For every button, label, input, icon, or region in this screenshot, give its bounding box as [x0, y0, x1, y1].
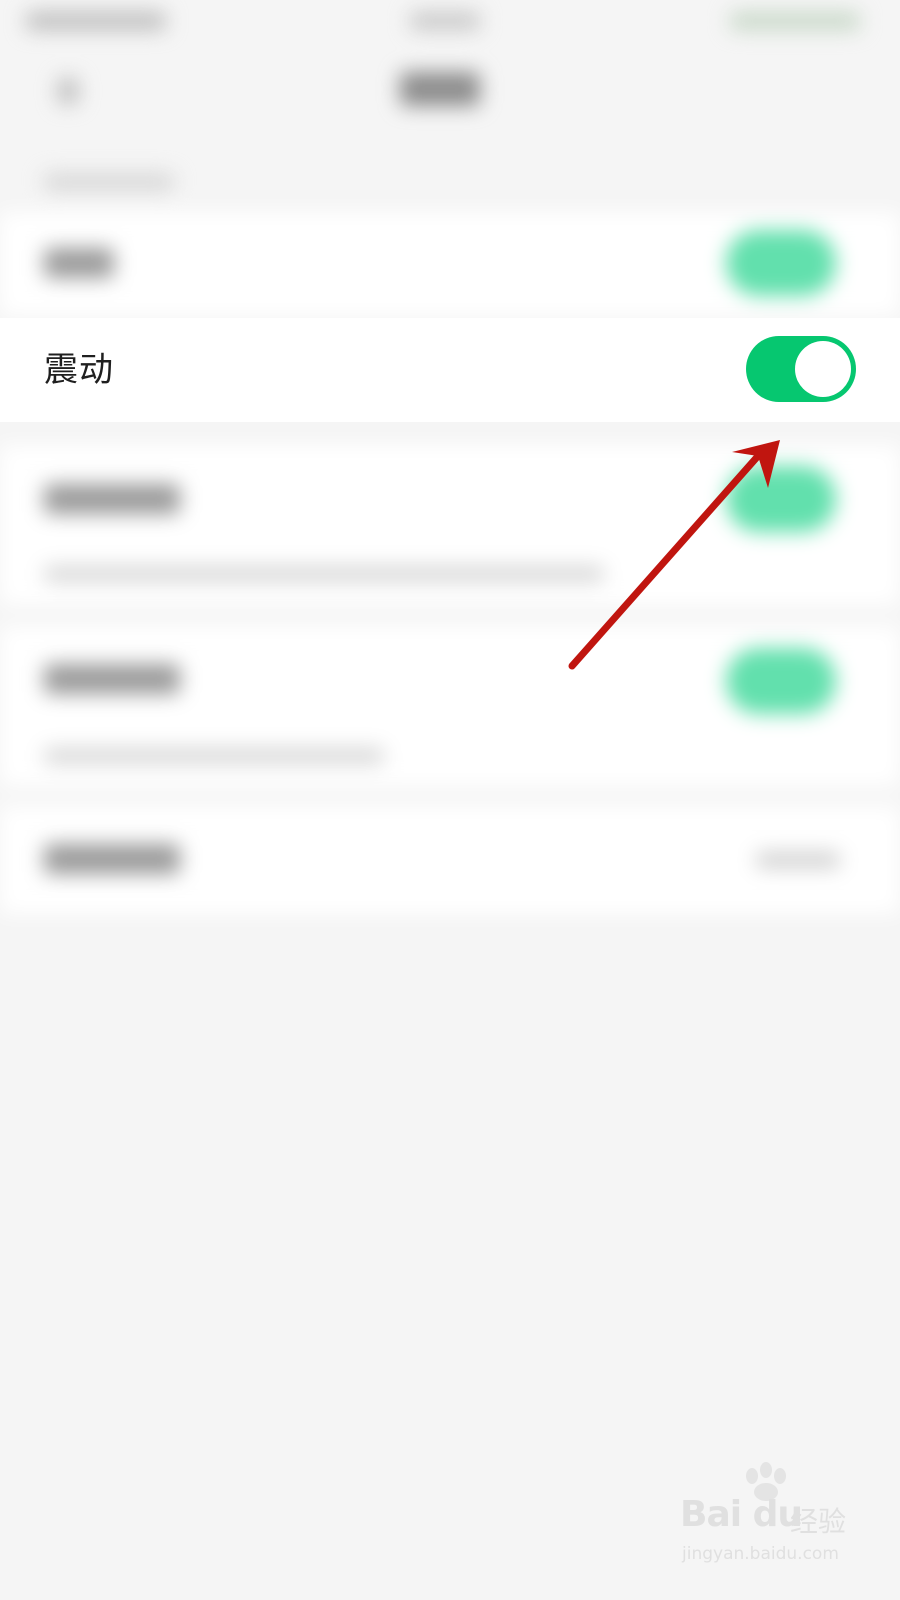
- blurred-cell-4-label: [44, 664, 180, 694]
- blurred-cell-5: [0, 806, 900, 914]
- watermark-sub: 经验: [790, 1505, 847, 1538]
- blurred-cell-5-label: [44, 844, 180, 874]
- vibrate-toggle[interactable]: [746, 336, 856, 402]
- watermark-url: jingyan.baidu.com: [682, 1544, 839, 1564]
- arrow-shaft: [568, 452, 762, 670]
- blurred-cell-1-label: [44, 248, 114, 278]
- blurred-section-caption: [44, 174, 174, 190]
- blurred-cell-3-toggle: [726, 466, 836, 532]
- arrow-head: [732, 440, 780, 488]
- watermark-brand: Bai du: [680, 1494, 803, 1535]
- blurred-cell-3-label: [44, 484, 180, 514]
- blurred-status-center: [410, 12, 480, 30]
- blurred-back-icon: [58, 78, 78, 104]
- toggle-knob: [795, 341, 851, 397]
- blurred-status-left: [26, 12, 166, 30]
- blurred-cell-1-toggle: [726, 230, 836, 296]
- vibrate-setting-row: 震动: [0, 318, 900, 422]
- blurred-cell-3: [0, 445, 900, 605]
- blurred-status-right: [730, 12, 860, 30]
- vibrate-label: 震动: [44, 350, 114, 390]
- settings-screen: 震动 Bai du 经验 jingyan.baidu.com: [0, 0, 900, 1600]
- blurred-cell-4-toggle: [726, 648, 836, 714]
- blurred-cell-3-desc: [44, 566, 604, 582]
- blurred-cell-4: [0, 626, 900, 786]
- annotation-arrow: [568, 440, 780, 670]
- blurred-cell-1: [0, 212, 900, 316]
- blurred-cell-5-value: [756, 852, 840, 868]
- baidu-jingyan-watermark: Bai du 经验 jingyan.baidu.com: [680, 1460, 850, 1570]
- blurred-background: [0, 0, 900, 1600]
- blurred-cell-4-desc: [44, 748, 384, 764]
- blurred-title: [400, 72, 480, 106]
